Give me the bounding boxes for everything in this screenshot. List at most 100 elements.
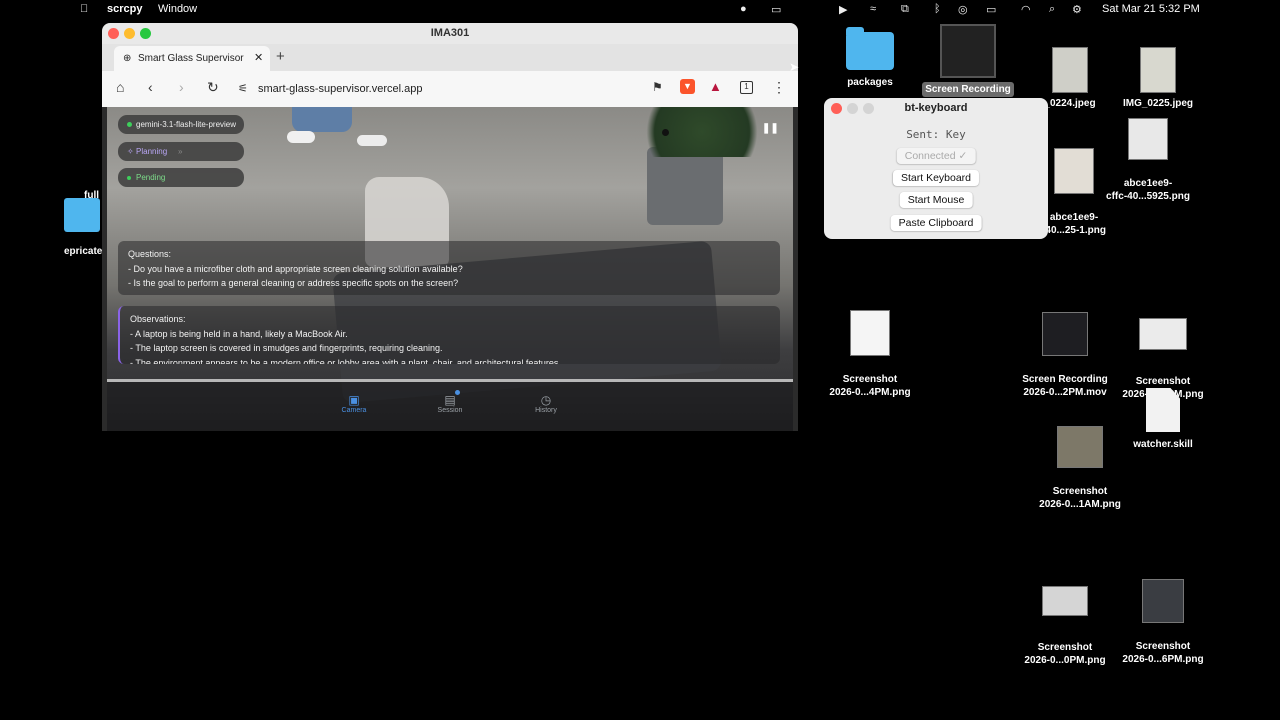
image-thumbnail-icon xyxy=(1140,47,1176,93)
questions-panel: Questions: - Do you have a microfiber cl… xyxy=(118,241,780,295)
chevrons-right-icon: » xyxy=(178,147,183,156)
window-menu[interactable]: Window xyxy=(158,3,197,15)
tab-smart-glass-supervisor[interactable]: ⊕ Smart Glass Supervisor ✕ xyxy=(114,46,270,71)
question-item: - Is the goal to perform a general clean… xyxy=(128,278,459,288)
reload-icon[interactable]: ↻ xyxy=(207,80,219,94)
desktop-file-img-0225[interactable]: IMG_0225.jpeg xyxy=(1110,47,1206,110)
image-thumbnail-icon xyxy=(1052,47,1088,93)
back-icon[interactable]: ‹ xyxy=(148,80,153,94)
image-thumbnail-icon xyxy=(1042,586,1088,616)
window-title: IMA301 xyxy=(430,27,470,39)
image-thumbnail-icon xyxy=(850,310,890,356)
model-badge: gemini-3.1-flash-lite-preview xyxy=(118,115,244,134)
sent-status: Sent: Key xyxy=(906,128,966,141)
folder-icon xyxy=(64,198,100,232)
bookmark-icon[interactable]: ⚑ xyxy=(652,80,663,94)
close-tab-icon[interactable]: ✕ xyxy=(254,46,263,71)
new-tab-button[interactable]: + xyxy=(276,48,285,65)
bluetooth-icon[interactable]: ᛒ xyxy=(934,3,941,15)
bt-keyboard-window: bt-keyboard Sent: Key Connected ✓ Start … xyxy=(824,98,1048,239)
play-icon[interactable]: ▶ xyxy=(839,3,847,16)
image-thumbnail-icon xyxy=(1139,318,1187,350)
clipboard-icon: ▤ xyxy=(444,393,456,407)
connected-button[interactable]: Connected ✓ xyxy=(896,148,976,164)
brave-shields-icon[interactable]: ▼ xyxy=(680,79,695,94)
wifi-icon[interactable]: ◠ xyxy=(1021,3,1031,16)
desktop-file-screenshot-6pm[interactable]: Screenshot 2026-0...6PM.png xyxy=(1115,566,1211,679)
camera-feed: ❚❚ gemini-3.1-flash-lite-preview ✧ Plann… xyxy=(107,107,793,431)
display-icon[interactable]: ▭ xyxy=(771,3,781,16)
battery-icon[interactable]: ▭ xyxy=(986,3,996,16)
desktop-file-screenshot-1am[interactable]: Screenshot 2026-0...1AM.png xyxy=(1032,413,1128,524)
desktop-file-screen-recording[interactable]: Screen Recording xyxy=(920,24,1016,97)
folder-icon xyxy=(846,27,894,70)
home-icon[interactable]: ⌂ xyxy=(116,80,124,94)
observations-title: Observations: xyxy=(130,314,186,324)
planning-badge: ✧ Planning » xyxy=(118,142,244,161)
minimize-window-button[interactable] xyxy=(124,28,135,39)
image-thumbnail-icon xyxy=(1057,426,1103,468)
video-thumbnail-icon xyxy=(940,24,996,78)
bt-keyboard-title: bt-keyboard xyxy=(904,102,968,114)
airdrop-icon[interactable]: ◎ xyxy=(958,3,968,16)
recording-indicator-icon xyxy=(662,129,669,136)
desktop-folder-packages[interactable]: packages xyxy=(822,27,918,89)
browser-window: IMA301 ⊕ Smart Glass Supervisor ✕ + ⌂ ‹ … xyxy=(102,23,798,431)
sparkle-icon: ✧ xyxy=(127,147,134,156)
nav-session[interactable]: ▤ Session xyxy=(420,390,480,414)
app-menu[interactable]: scrcpy xyxy=(107,3,142,15)
site-settings-icon[interactable]: ⚟ xyxy=(238,77,248,101)
notification-dot xyxy=(455,390,460,395)
camera-icon: ▣ xyxy=(348,393,360,407)
mouse-cursor-icon: ➤ xyxy=(789,60,800,74)
globe-icon: ⊕ xyxy=(123,53,132,64)
window-titlebar: IMA301 xyxy=(102,23,798,44)
planter-image xyxy=(647,147,723,225)
shoe-image xyxy=(357,135,387,146)
browser-toolbar: ⌂ ‹ › ↻ ⚟ smart-glass-supervisor.vercel.… xyxy=(102,71,798,107)
pending-badge: Pending xyxy=(118,168,244,187)
observations-panel: Observations: - A laptop is being held i… xyxy=(118,306,780,364)
menu-kebab-icon[interactable]: ⋮ xyxy=(772,80,786,94)
apple-menu-icon[interactable]:  xyxy=(80,3,88,15)
tab-count-icon[interactable]: 1 xyxy=(740,81,753,94)
observation-item: - The environment appears to be a modern… xyxy=(130,357,561,365)
desktop-file-screenshot-4pm[interactable]: Screenshot 2026-0...4PM.png xyxy=(822,297,918,412)
bottom-nav: ▣ Camera ▤ Session ◷ History xyxy=(107,379,793,431)
activity-icon[interactable]: ≈ xyxy=(870,3,876,15)
question-item: - Do you have a microfiber cloth and app… xyxy=(128,263,463,274)
observation-item: - The laptop screen is covered in smudge… xyxy=(130,343,443,353)
clock[interactable]: Sat Mar 21 5:32 PM xyxy=(1102,3,1200,15)
screens-icon[interactable]: ⧉ xyxy=(901,3,909,16)
nav-history[interactable]: ◷ History xyxy=(516,393,576,414)
close-window-button[interactable] xyxy=(108,28,119,39)
zoom-window-button[interactable] xyxy=(140,28,151,39)
questions-title: Questions: xyxy=(128,249,172,259)
observation-item: - A laptop is being held in a hand, like… xyxy=(130,328,348,339)
start-keyboard-button[interactable]: Start Keyboard xyxy=(892,170,980,186)
control-center-icon[interactable]: ⚙ xyxy=(1072,3,1082,16)
shoe-image xyxy=(287,131,315,143)
paste-clipboard-button[interactable]: Paste Clipboard xyxy=(890,215,982,231)
image-thumbnail-icon xyxy=(1128,118,1168,160)
search-icon[interactable]: ⌕ xyxy=(1049,3,1055,16)
record-status-icon[interactable]: ● xyxy=(740,3,747,15)
start-mouse-button[interactable]: Start Mouse xyxy=(899,192,973,208)
status-dot-icon xyxy=(127,176,131,180)
url-bar[interactable]: ⚟ smart-glass-supervisor.vercel.app xyxy=(230,77,660,101)
nav-divider xyxy=(107,379,793,382)
person-legs-image xyxy=(292,107,352,132)
nav-camera[interactable]: ▣ Camera xyxy=(324,393,384,414)
tab-strip: ⊕ Smart Glass Supervisor ✕ + xyxy=(102,44,798,71)
video-thumbnail-icon xyxy=(1042,312,1088,356)
rewards-icon[interactable]: ▲ xyxy=(709,80,722,94)
forward-icon[interactable]: › xyxy=(179,80,184,94)
document-icon xyxy=(1146,388,1180,432)
desktop-file-screenshot-0pm[interactable]: Screenshot 2026-0...0PM.png xyxy=(1017,573,1113,680)
clock-icon: ◷ xyxy=(540,393,552,407)
desktop-file-screen-recording-mov[interactable]: Screen Recording 2026-0...2PM.mov xyxy=(1017,299,1113,412)
pause-icon[interactable]: ❚❚ xyxy=(762,123,779,134)
plant-image xyxy=(627,107,777,157)
image-thumbnail-icon xyxy=(1142,579,1184,623)
desktop-file-watcher-skill[interactable]: watcher.skill xyxy=(1115,388,1211,451)
